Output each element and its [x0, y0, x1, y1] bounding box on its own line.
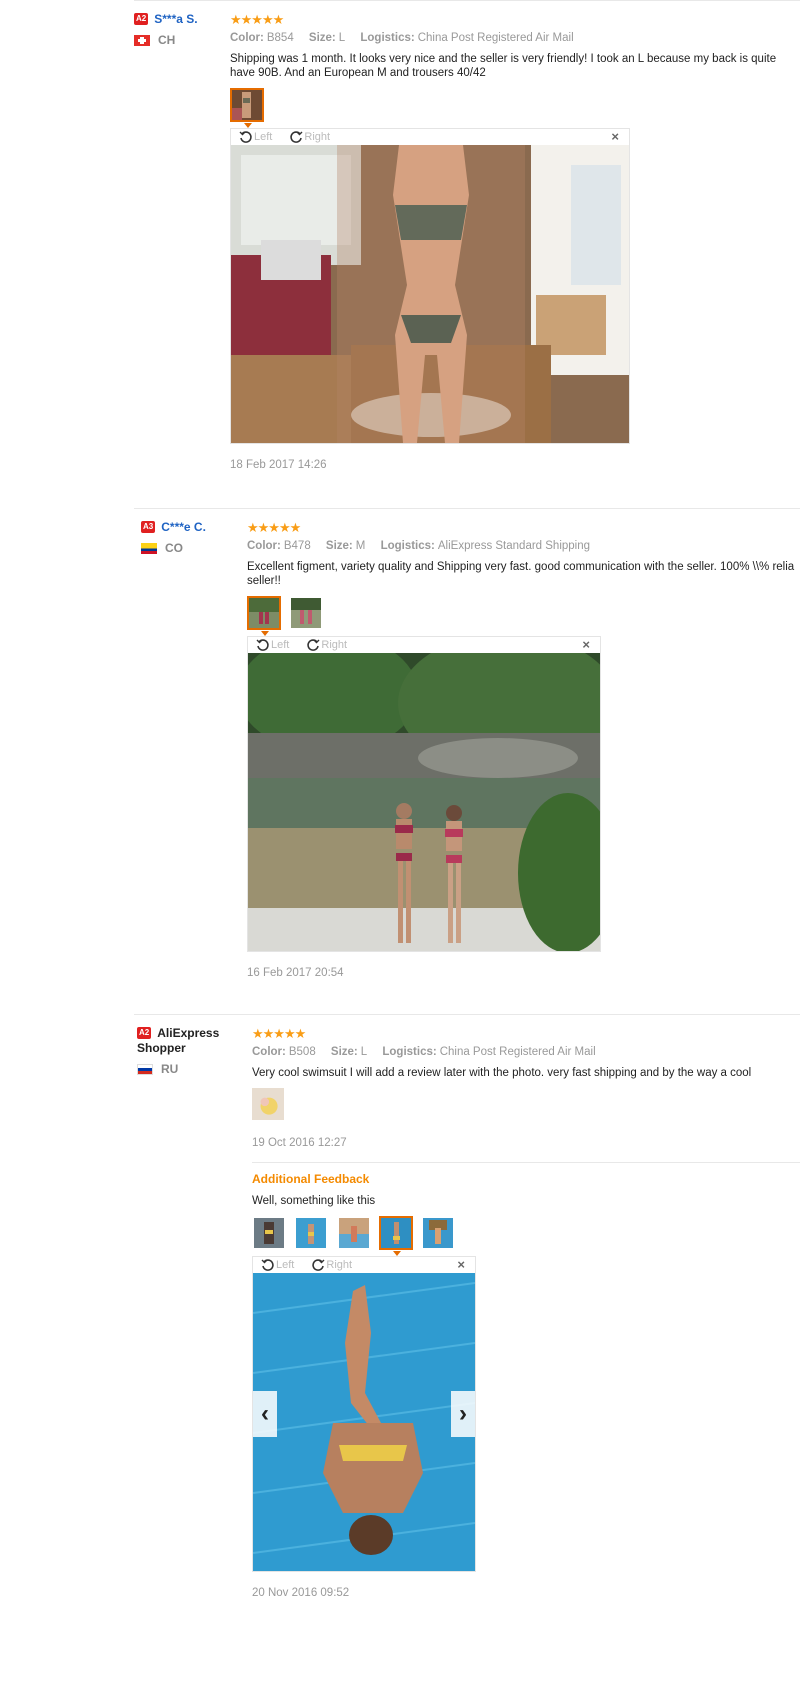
reviewer-country: RU: [137, 1061, 233, 1077]
photo-thumbnail-image: [381, 1218, 412, 1248]
viewer-toolbar: Left Right ×: [231, 129, 629, 145]
photo-thumbnail[interactable]: [252, 1088, 284, 1120]
review-photo: [253, 1273, 475, 1571]
reviewer-info: A2 S***a S. CH: [134, 11, 234, 48]
star-rating: ★★★★★: [252, 1026, 306, 1041]
photo-thumbnail[interactable]: [252, 1216, 286, 1250]
review-item: A2 S***a S. CH ★★★★★ Color: B854 Size: L Lo…: [134, 0, 800, 507]
reviewer-level-badge: A2: [137, 1026, 152, 1039]
review-date: 19 Oct 2016 12:27: [252, 1137, 347, 1149]
photo-thumbnail[interactable]: [337, 1216, 371, 1250]
photo-thumbnail[interactable]: [421, 1216, 455, 1250]
reviewer-country: CO: [141, 540, 241, 556]
review-date: 18 Feb 2017 14:26: [230, 459, 327, 471]
review-content: ★★★★★ Color: B508 Size: L Logistics: China …: [252, 1027, 800, 1600]
photo-viewer: Left Right ×: [230, 128, 630, 444]
reviewer-info: A2 AliExpress Shopper RU: [137, 1025, 233, 1077]
order-attributes: Color: B478 Size: M Logistics: AliExpress S…: [247, 540, 591, 552]
photo-thumbnail-image: [423, 1218, 454, 1248]
rotate-right-icon: [290, 131, 303, 143]
reviewer-level-badge: A2: [134, 12, 149, 25]
additional-feedback-divider: [252, 1162, 800, 1163]
photo-thumbnail[interactable]: [230, 88, 264, 128]
photo-viewer: Left Right ×: [247, 636, 601, 952]
photo-thumbnail-image: [296, 1218, 327, 1248]
star-rating: ★★★★★: [247, 520, 301, 535]
additional-feedback-text: Well, something like this: [252, 1195, 376, 1207]
color-value: B478: [283, 540, 311, 552]
star-rating: ★★★★★: [230, 12, 284, 27]
photo-thumbnail-image: [338, 1218, 369, 1248]
photo-thumbnail[interactable]: [247, 596, 281, 636]
rotate-right-icon: [307, 639, 320, 651]
photo-thumbnail[interactable]: [294, 1216, 328, 1250]
photo-thumbnail-image: [252, 1088, 284, 1120]
size-value: L: [338, 32, 346, 44]
feedback-text: Excellent figment, variety quality and S…: [247, 561, 795, 587]
rotate-left-button[interactable]: Left: [261, 1257, 294, 1273]
additional-feedback-title: Additional Feedback: [252, 1172, 370, 1186]
review-item: A2 AliExpress Shopper RU ★★★★★ Color: B508…: [134, 1014, 800, 1681]
rotate-left-icon: [239, 131, 252, 143]
reviewer-name[interactable]: C***e C.: [161, 520, 206, 534]
reviewer-name[interactable]: S***a S.: [154, 12, 197, 26]
color-value: B508: [288, 1046, 316, 1058]
photo-thumbnails: [230, 88, 800, 128]
order-attributes: Color: B508 Size: L Logistics: China Post R…: [252, 1046, 596, 1058]
logistics-value: AliExpress Standard Shipping: [437, 540, 591, 552]
review-content: ★★★★★ Color: B478 Size: M Logistics: AliExp…: [247, 521, 800, 980]
rotate-right-button[interactable]: Right: [289, 129, 330, 145]
photo-thumbnail[interactable]: [289, 596, 323, 630]
viewer-toolbar: Left Right ×: [253, 1257, 475, 1273]
feedback-text: Shipping was 1 month. It looks very nice…: [230, 53, 777, 79]
color-value: B854: [266, 32, 294, 44]
rotate-left-icon: [261, 1259, 274, 1271]
feedback-text: Very cool swimsuit I will add a review l…: [252, 1067, 752, 1079]
photo-thumbnail-image: [291, 598, 322, 628]
close-viewer-button[interactable]: ×: [611, 129, 619, 145]
review-photo: [248, 653, 600, 951]
size-value: L: [360, 1046, 368, 1058]
rotate-right-button[interactable]: Right: [311, 1257, 352, 1273]
swiss-flag-icon: [134, 35, 150, 47]
next-photo-button[interactable]: ›: [451, 1391, 475, 1437]
photo-thumbnail-image: [232, 90, 262, 120]
photo-thumbnails: [252, 1216, 800, 1256]
review-photo: [231, 145, 629, 443]
review-date: 16 Feb 2017 20:54: [247, 967, 344, 979]
rotate-left-button[interactable]: Left: [239, 129, 272, 145]
review-content: ★★★★★ Color: B854 Size: L Logistics: China …: [230, 13, 800, 472]
rotate-right-button[interactable]: Right: [306, 637, 347, 653]
order-attributes: Color: B854 Size: L Logistics: China Post R…: [230, 32, 574, 44]
additional-feedback-date: 20 Nov 2016 09:52: [252, 1587, 350, 1599]
photo-thumbnails: [247, 596, 800, 636]
reviewer-info: A3 C***e C. CO: [141, 519, 241, 556]
photo-thumbnail[interactable]: [379, 1216, 414, 1256]
photo-thumbnails: [252, 1088, 800, 1122]
photo-viewer: Left Right ×: [252, 1256, 476, 1572]
rotate-left-button[interactable]: Left: [256, 637, 289, 653]
viewer-toolbar: Left Right ×: [248, 637, 600, 653]
review-item: A3 C***e C. CO ★★★★★ Color: B478 Size: M Lo…: [134, 508, 800, 1013]
photo-thumbnail-image: [249, 598, 279, 628]
close-viewer-button[interactable]: ×: [582, 637, 590, 653]
reviewer-country: CH: [134, 32, 234, 48]
close-viewer-button[interactable]: ×: [457, 1257, 465, 1273]
colombia-flag-icon: [141, 543, 157, 555]
rotate-right-icon: [312, 1259, 325, 1271]
logistics-value: China Post Registered Air Mail: [439, 1046, 596, 1058]
logistics-value: China Post Registered Air Mail: [417, 32, 574, 44]
russia-flag-icon: [137, 1063, 153, 1075]
rotate-left-icon: [256, 639, 269, 651]
reviewer-level-badge: A3: [141, 520, 156, 533]
photo-thumbnail-image: [254, 1218, 284, 1248]
size-value: M: [355, 540, 366, 552]
previous-photo-button[interactable]: ‹: [253, 1391, 277, 1437]
